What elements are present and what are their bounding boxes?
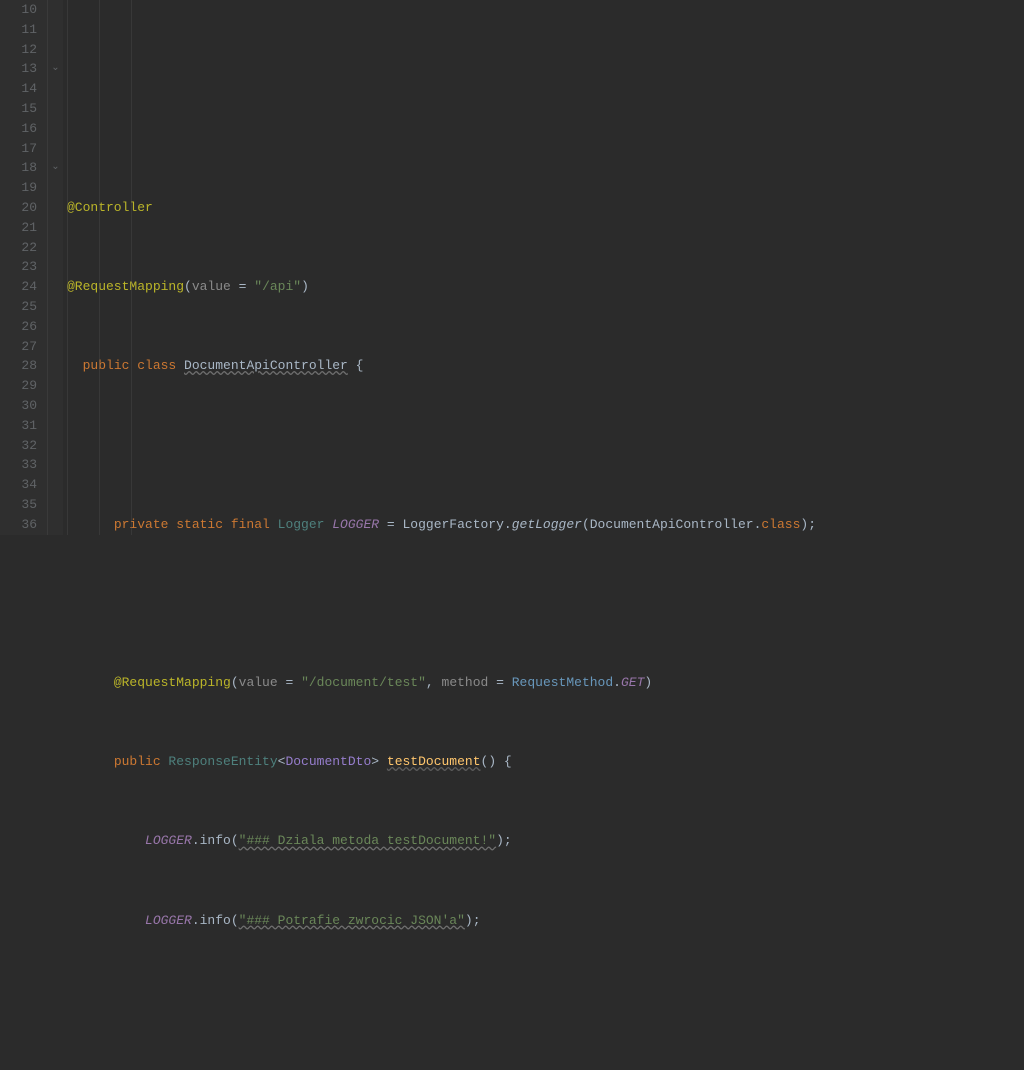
- code-area[interactable]: @Controller @RequestMapping(value = "/ap…: [63, 0, 1024, 535]
- fold-column: ⌄ ⌄: [48, 0, 63, 535]
- line-number: 18: [0, 158, 37, 178]
- code-line[interactable]: @Controller: [67, 198, 1024, 218]
- line-number: 33: [0, 455, 37, 475]
- code-editor[interactable]: 1011121314151617181920212223242526272829…: [0, 0, 1024, 535]
- line-number: 23: [0, 257, 37, 277]
- code-line[interactable]: @RequestMapping(value = "/api"): [67, 277, 1024, 297]
- code-line[interactable]: LOGGER.info("### Potrafie zwrocic JSON'a…: [67, 911, 1024, 931]
- line-number: 28: [0, 356, 37, 376]
- code-line[interactable]: public class DocumentApiController {: [67, 356, 1024, 376]
- code-line[interactable]: LOGGER.info("### Dziala metoda testDocum…: [67, 831, 1024, 851]
- code-line[interactable]: @RequestMapping(value = "/document/test"…: [67, 673, 1024, 693]
- line-number: 27: [0, 337, 37, 357]
- line-number: 26: [0, 317, 37, 337]
- code-line[interactable]: private static final Logger LOGGER = Log…: [67, 515, 1024, 535]
- line-number: 36: [0, 515, 37, 535]
- line-number: 15: [0, 99, 37, 119]
- line-number: 21: [0, 218, 37, 238]
- line-number: 17: [0, 139, 37, 159]
- line-number: 11: [0, 20, 37, 40]
- line-number: 34: [0, 475, 37, 495]
- line-number: 31: [0, 416, 37, 436]
- line-number: 13: [0, 59, 37, 79]
- code-line[interactable]: public ResponseEntity<DocumentDto> testD…: [67, 752, 1024, 772]
- line-number-gutter: 1011121314151617181920212223242526272829…: [0, 0, 48, 535]
- code-line[interactable]: final DocumentDto documentDto = new Docu…: [67, 1069, 1024, 1070]
- line-number: 16: [0, 119, 37, 139]
- line-number: 14: [0, 79, 37, 99]
- line-number: 22: [0, 238, 37, 258]
- line-number: 29: [0, 376, 37, 396]
- annotation: @Controller: [67, 200, 153, 215]
- line-number: 35: [0, 495, 37, 515]
- line-number: 24: [0, 277, 37, 297]
- code-line[interactable]: [67, 119, 1024, 139]
- line-number: 19: [0, 178, 37, 198]
- line-number: 32: [0, 436, 37, 456]
- line-number: 12: [0, 40, 37, 60]
- line-number: 30: [0, 396, 37, 416]
- line-number: 25: [0, 297, 37, 317]
- line-number: 20: [0, 198, 37, 218]
- annotation: @RequestMapping: [67, 279, 184, 294]
- line-number: 10: [0, 0, 37, 20]
